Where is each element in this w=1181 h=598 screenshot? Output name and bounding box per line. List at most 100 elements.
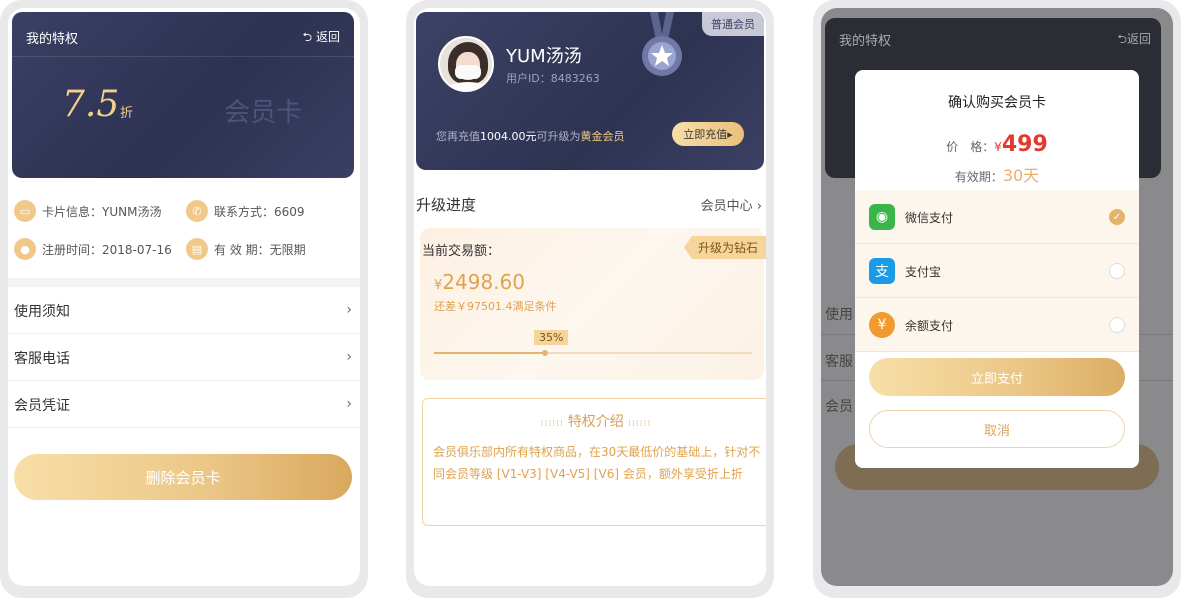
balance-bag-icon: ¥ bbox=[869, 312, 895, 338]
alipay-icon: 支 bbox=[869, 258, 895, 284]
payment-option-balance[interactable]: ¥ 余额支付 bbox=[855, 298, 1139, 352]
dots-decoration-icon: ⁞⁞⁞⁞⁞⁞ bbox=[628, 419, 652, 429]
link-label: 会员中心 bbox=[700, 199, 753, 214]
progress-bar bbox=[434, 350, 752, 356]
phone-screen-purchase-dialog: 我的特权 ⮌返回 使用 客服 会员 确认购买会员卡 价 格：¥499 有效期：3… bbox=[813, 0, 1181, 598]
menu-item-service-phone[interactable]: 客服电话 › bbox=[8, 335, 360, 381]
tip-target-level: 黄金会员 bbox=[580, 130, 625, 143]
intro-text: 会员俱乐部内所有特权商品，在30天最低价的基础上，针对不同会员等级 [V1-V3… bbox=[433, 445, 761, 481]
progress-fill bbox=[434, 352, 546, 354]
dimmed-back: ⮌返回 bbox=[1117, 30, 1151, 51]
return-arrow-icon: ⮌ bbox=[1117, 32, 1127, 46]
card-info-row: ▭ 卡片信息：YUNM汤汤 bbox=[14, 200, 161, 222]
dimmed-menu-row: 使用 bbox=[825, 307, 853, 323]
upgrade-progress-card: 当前交易额： 升级为钻石 ¥2498.60 还差￥97501.4满足条件 35% bbox=[420, 228, 766, 380]
pay-now-button[interactable]: 立即支付 bbox=[869, 358, 1125, 396]
phone-icon: ✆ bbox=[186, 200, 208, 222]
price-value: 499 bbox=[1001, 132, 1048, 157]
purchase-dialog: 确认购买会员卡 价 格：¥499 有效期：30天 ◉ 微信支付 ✓ 支 支付宝 … bbox=[855, 70, 1139, 468]
payment-label: 支付宝 bbox=[905, 265, 942, 279]
upgrade-tip: 您再充值1004.00元可升级为黄金会员 bbox=[436, 128, 625, 144]
back-button[interactable]: ⮌ 返回 bbox=[303, 28, 340, 49]
user-icon: ● bbox=[14, 238, 36, 260]
member-center-link[interactable]: 会员中心 › bbox=[701, 195, 762, 214]
payment-option-wechat[interactable]: ◉ 微信支付 ✓ bbox=[855, 190, 1139, 244]
radio-selected-icon[interactable]: ✓ bbox=[1109, 209, 1125, 225]
intro-title-row: ⁞⁞⁞⁞⁞⁞ 特权介绍 ⁞⁞⁞⁞⁞⁞ bbox=[423, 411, 766, 431]
recharge-label: 立即充值 bbox=[683, 128, 728, 141]
trade-amount-label: 当前交易额： bbox=[422, 244, 501, 259]
register-row: ● 注册时间：2018-07-16 bbox=[14, 238, 172, 260]
dimmed-menu-row: 客服 bbox=[825, 354, 853, 370]
dots-decoration-icon: ⁞⁞⁞⁞⁞⁞ bbox=[540, 419, 568, 429]
contact-text: 联系方式：6609 bbox=[214, 204, 305, 219]
dialog-title: 确认购买会员卡 bbox=[948, 95, 1046, 111]
menu-item-member-voucher[interactable]: 会员凭证 › bbox=[8, 382, 360, 428]
delete-card-button[interactable]: 删除会员卡 bbox=[14, 454, 352, 500]
progress-percent: 35% bbox=[534, 330, 569, 345]
privilege-intro-box: ⁞⁞⁞⁞⁞⁞ 特权介绍 ⁞⁞⁞⁞⁞⁞ 会员俱乐部内所有特权商品，在30天最低价的… bbox=[422, 398, 766, 526]
calendar-icon: ▤ bbox=[186, 238, 208, 260]
back-label: 返回 bbox=[315, 30, 340, 44]
cancel-button[interactable]: 取消 bbox=[869, 410, 1125, 448]
menu-label: 使用须知 bbox=[14, 303, 70, 320]
chevron-right-icon: › bbox=[346, 302, 352, 318]
amount-value: 2498.60 bbox=[442, 270, 525, 294]
dimmed-title: 我的特权 bbox=[839, 34, 892, 49]
card-label: 会员卡 bbox=[224, 98, 303, 128]
upgrade-target-flag: 升级为钻石 bbox=[683, 236, 766, 259]
page-title: 我的特权 bbox=[26, 32, 79, 47]
radio-unselected-icon[interactable] bbox=[1109, 263, 1125, 279]
section-gap bbox=[8, 278, 360, 287]
chevron-right-icon: › bbox=[756, 199, 762, 214]
screen-content: 普通会员 YUM汤汤 用户ID：8483263 您再充值1004.00元可升级为… bbox=[414, 8, 766, 586]
radio-unselected-icon[interactable] bbox=[1109, 317, 1125, 333]
remaining-text: 还差￥97501.4满足条件 bbox=[434, 300, 557, 313]
validity-row: ▤ 有 效 期：无限期 bbox=[186, 238, 306, 260]
tip-amount: 1004.00元 bbox=[480, 130, 537, 143]
trade-amount: ¥2498.60 bbox=[434, 270, 525, 294]
caret-right-icon: ▸ bbox=[727, 127, 733, 141]
wechat-pay-icon: ◉ bbox=[869, 204, 895, 230]
tip-prefix: 您再充值 bbox=[436, 130, 480, 143]
user-name: YUM汤汤 bbox=[506, 46, 582, 67]
discount-unit: 折 bbox=[120, 106, 134, 121]
payment-option-alipay[interactable]: 支 支付宝 bbox=[855, 244, 1139, 298]
intro-title: 特权介绍 bbox=[567, 414, 624, 430]
medal-badge-icon bbox=[642, 12, 682, 76]
chevron-right-icon: › bbox=[346, 349, 352, 365]
menu-label: 客服电话 bbox=[14, 350, 70, 367]
user-id: 用户ID：8483263 bbox=[506, 72, 600, 85]
return-arrow-icon: ⮌ bbox=[302, 30, 313, 44]
discount-value: 7.5 bbox=[62, 84, 120, 125]
card-icon: ▭ bbox=[14, 200, 36, 222]
avatar bbox=[438, 36, 494, 92]
section-title: 升级进度 bbox=[416, 196, 477, 214]
level-badge: 普通会员 bbox=[702, 12, 764, 36]
validity-text: 有 效 期：无限期 bbox=[214, 242, 306, 257]
phone-screen-privileges: 我的特权 ⮌ 返回 7.5 折 会员卡 ▭ 卡片信息：YUNM汤汤 ✆ 联系方式… bbox=[0, 0, 368, 598]
price-currency: ¥ bbox=[994, 140, 1002, 154]
menu-label: 会员凭证 bbox=[14, 397, 70, 414]
member-profile-card: 普通会员 YUM汤汤 用户ID：8483263 您再充值1004.00元可升级为… bbox=[416, 12, 764, 170]
validity-label: 有效期： bbox=[954, 170, 1003, 184]
payment-label: 微信支付 bbox=[905, 211, 954, 225]
phone-screen-member-center: 普通会员 YUM汤汤 用户ID：8483263 您再充值1004.00元可升级为… bbox=[406, 0, 774, 598]
dimmed-menu-row: 会员 bbox=[825, 399, 853, 415]
divider bbox=[12, 56, 354, 57]
chevron-right-icon: › bbox=[346, 396, 352, 412]
recharge-button[interactable]: 立即充值 ▸ bbox=[672, 122, 744, 146]
card-info-text: 卡片信息：YUNM汤汤 bbox=[42, 204, 162, 219]
payment-label: 余额支付 bbox=[905, 319, 954, 333]
register-text: 注册时间：2018-07-16 bbox=[42, 242, 172, 257]
validity-value: 30天 bbox=[1002, 166, 1040, 185]
screen-content: 我的特权 ⮌ 返回 7.5 折 会员卡 ▭ 卡片信息：YUNM汤汤 ✆ 联系方式… bbox=[8, 8, 360, 586]
member-card: 我的特权 ⮌ 返回 7.5 折 会员卡 bbox=[12, 12, 354, 178]
validity-row: 有效期：30天 bbox=[855, 162, 1139, 186]
tip-middle: 可升级为 bbox=[536, 130, 581, 143]
screen-content: 我的特权 ⮌返回 使用 客服 会员 确认购买会员卡 价 格：¥499 有效期：3… bbox=[821, 8, 1173, 586]
menu-item-usage-notice[interactable]: 使用须知 › bbox=[8, 288, 360, 334]
dimmed-back-label: 返回 bbox=[1126, 32, 1151, 46]
price-row: 价 格：¥499 bbox=[855, 132, 1139, 157]
price-label: 价 格： bbox=[946, 140, 995, 154]
